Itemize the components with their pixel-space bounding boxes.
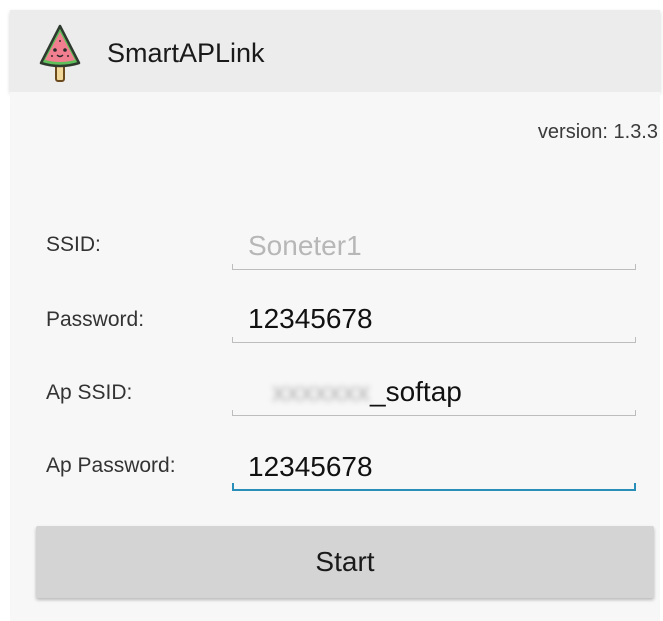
ap-ssid-underline bbox=[232, 415, 636, 416]
ssid-placeholder: Soneter1 bbox=[248, 230, 362, 261]
ap-ssid-value: xxxxxxx_softap bbox=[272, 376, 462, 408]
start-button[interactable]: Start bbox=[36, 526, 654, 598]
password-underline bbox=[232, 342, 636, 343]
version-label: version: 1.3.3 bbox=[537, 121, 658, 143]
ap-ssid-suffix: _softap bbox=[370, 376, 462, 407]
app-bar: SmartAPLink bbox=[10, 10, 660, 92]
password-label: Password: bbox=[46, 308, 145, 331]
ssid-underline bbox=[232, 269, 636, 270]
ap-password-label: Ap Password: bbox=[46, 454, 176, 477]
ssid-tick-right bbox=[635, 264, 636, 270]
main-content: version: 1.3.3 SSID: Soneter1 Password: … bbox=[10, 92, 660, 621]
password-field[interactable]: 12345678 bbox=[232, 295, 636, 343]
ap-ssid-redacted: xxxxxxx bbox=[272, 376, 370, 407]
ssid-field[interactable]: Soneter1 bbox=[232, 222, 636, 270]
ap-password-tick-right bbox=[634, 483, 636, 491]
password-tick-right bbox=[635, 337, 636, 343]
ap-password-underline bbox=[232, 489, 636, 491]
ap-password-tick-left bbox=[232, 483, 234, 491]
password-value: 12345678 bbox=[248, 303, 373, 334]
ap-ssid-tick-left bbox=[232, 410, 233, 416]
ssid-label: SSID: bbox=[46, 233, 101, 256]
app-title: SmartAPLink bbox=[107, 38, 265, 68]
ap-ssid-field[interactable]: xxxxxxx_softap bbox=[232, 368, 636, 416]
ap-password-value: 12345678 bbox=[248, 451, 373, 482]
ap-password-field[interactable]: 12345678 bbox=[232, 443, 636, 491]
ap-ssid-label: Ap SSID: bbox=[46, 381, 133, 404]
ssid-tick-left bbox=[232, 264, 233, 270]
password-tick-left bbox=[232, 337, 233, 343]
watermelon-popsicle-icon bbox=[39, 24, 81, 82]
ap-ssid-tick-right bbox=[635, 410, 636, 416]
